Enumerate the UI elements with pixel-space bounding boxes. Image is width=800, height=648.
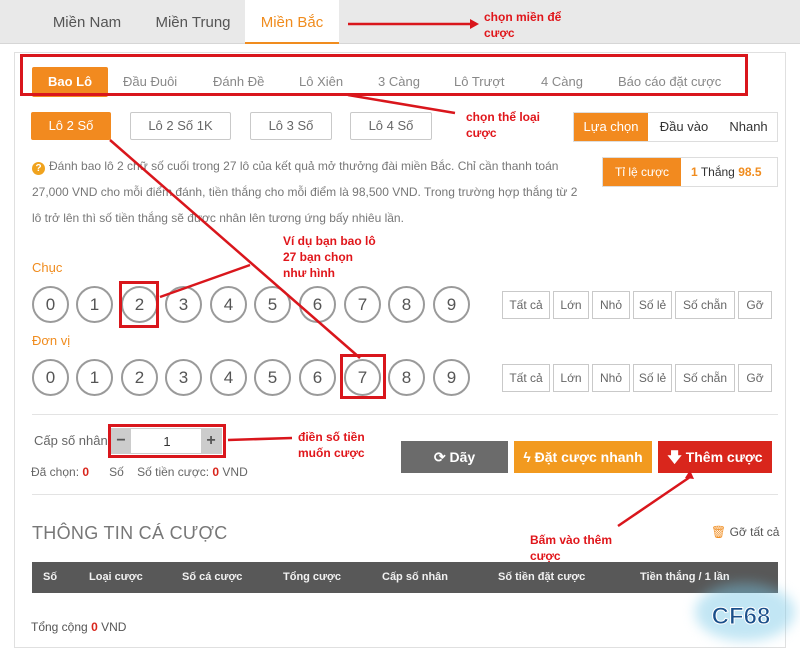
arrowhead-icon <box>685 470 694 479</box>
annotation-add-line-2: cược <box>530 549 561 563</box>
annotation-box-stepper <box>108 424 226 458</box>
annotation-example-line-2: 27 bạn chọn <box>283 250 354 264</box>
arrowhead-icon <box>470 19 479 29</box>
annotation-amount-line-1: điền số tiền <box>298 430 365 444</box>
annotation-amount-line-2: muốn cược <box>298 446 365 460</box>
annotation-arrow <box>347 93 456 115</box>
annotation-arrow <box>617 475 691 528</box>
annotation-example-line-1: Ví dụ bạn bao lô <box>283 234 376 248</box>
annotation-arrow <box>227 436 293 442</box>
annotation-add: Bấm vào thêm cược <box>530 532 640 564</box>
annotation-add-line-1: Bấm vào thêm <box>530 533 613 547</box>
annotation-box-digit-2 <box>119 281 159 328</box>
annotation-amount: điền số tiền muốn cược <box>298 429 398 461</box>
annotation-example: Ví dụ bạn bao lô 27 bạn chọn như hình <box>283 233 413 281</box>
annotation-arrow <box>159 263 251 299</box>
annotation-box-bet-types <box>20 54 748 96</box>
annotation-region: chọn miền để cược <box>484 10 562 40</box>
annotation-bet-type: chọn thể loại cược <box>466 110 541 140</box>
annotation-example-line-3: như hình <box>283 266 336 280</box>
annotation-box-digit-7 <box>340 354 386 399</box>
